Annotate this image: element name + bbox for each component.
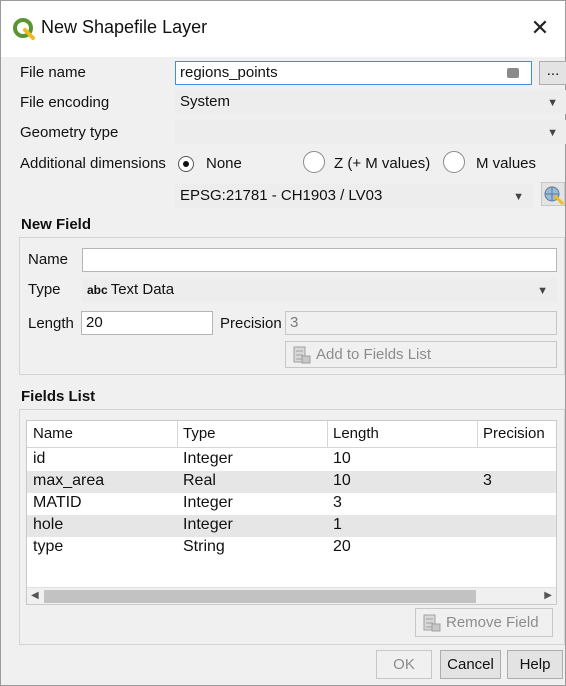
- scroll-left-icon[interactable]: ◀: [31, 590, 39, 601]
- chevron-down-icon: ▼: [513, 191, 524, 203]
- close-icon[interactable]: ✕: [525, 13, 555, 43]
- chevron-down-icon: ▼: [547, 127, 558, 139]
- length-value: 20: [86, 314, 103, 331]
- field-name-label: Name: [28, 251, 69, 268]
- cell-length: 3: [333, 494, 342, 511]
- dim-m-label[interactable]: M values: [476, 155, 536, 172]
- cell-name: hole: [33, 516, 64, 533]
- table-header: Name Type Length Precision: [27, 421, 556, 448]
- geometry-type-label: Geometry type: [20, 124, 119, 141]
- cell-name: type: [33, 538, 64, 555]
- cell-type: Integer: [183, 450, 233, 467]
- column-divider[interactable]: [327, 421, 328, 448]
- dim-z-label[interactable]: Z (+ M values): [334, 155, 430, 172]
- file-name-value: regions_points: [180, 64, 278, 81]
- cell-name: MATID: [33, 494, 82, 511]
- field-type-label: Type: [28, 281, 61, 298]
- file-encoding-label: File encoding: [20, 94, 110, 111]
- qgis-logo-icon: [13, 18, 35, 40]
- cell-length: 10: [333, 472, 351, 489]
- dim-m-radio[interactable]: [443, 151, 465, 173]
- fields-table[interactable]: Name Type Length Precision id Integer 10…: [26, 420, 557, 605]
- chevron-down-icon: ▼: [547, 97, 558, 109]
- clear-text-icon[interactable]: [507, 68, 519, 78]
- remove-field-button[interactable]: Remove Field: [415, 608, 553, 637]
- column-header-name[interactable]: Name: [33, 425, 73, 442]
- cell-length: 1: [333, 516, 342, 533]
- crs-select[interactable]: EPSG:21781 - CH1903 / LV03 ▼: [175, 184, 533, 208]
- horizontal-scrollbar[interactable]: ◀ ▶: [27, 587, 556, 604]
- cell-name: id: [33, 450, 46, 467]
- cell-type: Real: [183, 472, 216, 489]
- table-row[interactable]: MATID Integer 3: [27, 493, 556, 515]
- add-to-fields-list-button[interactable]: Add to Fields List: [285, 341, 557, 368]
- scrollbar-thumb[interactable]: [44, 590, 476, 603]
- table-row[interactable]: max_area Real 10 3: [27, 471, 556, 493]
- cancel-button[interactable]: Cancel: [440, 650, 501, 679]
- crs-globe-icon[interactable]: [541, 182, 565, 206]
- cell-type: String: [183, 538, 225, 555]
- dialog-window: New Shapefile Layer ✕ File name regions_…: [0, 0, 566, 686]
- cell-type: Integer: [183, 516, 233, 533]
- field-type-value: Text Data: [110, 281, 175, 298]
- length-label: Length: [28, 315, 74, 332]
- window-title: New Shapefile Layer: [41, 17, 208, 37]
- geometry-type-select[interactable]: ▼: [175, 120, 566, 144]
- additional-dimensions-label: Additional dimensions: [20, 155, 166, 172]
- file-encoding-value: System: [180, 93, 231, 110]
- column-divider[interactable]: [177, 421, 178, 448]
- ok-button[interactable]: OK: [376, 650, 432, 679]
- browse-button[interactable]: ...: [539, 61, 566, 85]
- table-row[interactable]: id Integer 10: [27, 449, 556, 471]
- table-row[interactable]: hole Integer 1: [27, 515, 556, 537]
- dim-none-label[interactable]: None: [206, 155, 242, 172]
- column-header-length[interactable]: Length: [333, 425, 379, 442]
- file-encoding-select[interactable]: System ▼: [175, 90, 566, 114]
- cell-type: Integer: [183, 494, 233, 511]
- file-name-label: File name: [20, 64, 86, 81]
- column-divider[interactable]: [477, 421, 478, 448]
- remove-field-label: Remove Field: [446, 614, 539, 631]
- chevron-down-icon: ▼: [537, 285, 548, 297]
- cell-name: max_area: [33, 472, 105, 489]
- remove-field-icon: [423, 614, 441, 632]
- text-type-icon: abc: [87, 283, 108, 297]
- fields-list-title: Fields List: [21, 388, 96, 405]
- column-header-type[interactable]: Type: [183, 425, 216, 442]
- field-type-select[interactable]: abc Text Data ▼: [82, 278, 557, 302]
- add-field-icon: [293, 346, 311, 364]
- table-row[interactable]: type String 20: [27, 537, 556, 559]
- title-bar: New Shapefile Layer ✕: [1, 1, 565, 57]
- field-name-input[interactable]: [82, 248, 557, 272]
- new-field-title: New Field: [21, 216, 92, 233]
- scroll-right-icon[interactable]: ▶: [544, 590, 552, 601]
- precision-input[interactable]: 3: [285, 311, 557, 335]
- cell-length: 10: [333, 450, 351, 467]
- add-to-fields-list-label: Add to Fields List: [316, 346, 432, 363]
- file-name-input[interactable]: regions_points: [175, 61, 532, 85]
- cell-precision: 3: [483, 472, 492, 489]
- help-button[interactable]: Help: [507, 650, 563, 679]
- dim-z-radio[interactable]: [303, 151, 325, 173]
- column-header-precision[interactable]: Precision: [483, 425, 545, 442]
- cell-length: 20: [333, 538, 351, 555]
- precision-value: 3: [290, 314, 299, 331]
- crs-value: EPSG:21781 - CH1903 / LV03: [180, 187, 383, 204]
- dim-none-radio[interactable]: [178, 156, 194, 172]
- precision-label: Precision: [220, 315, 282, 332]
- length-input[interactable]: 20: [81, 311, 213, 335]
